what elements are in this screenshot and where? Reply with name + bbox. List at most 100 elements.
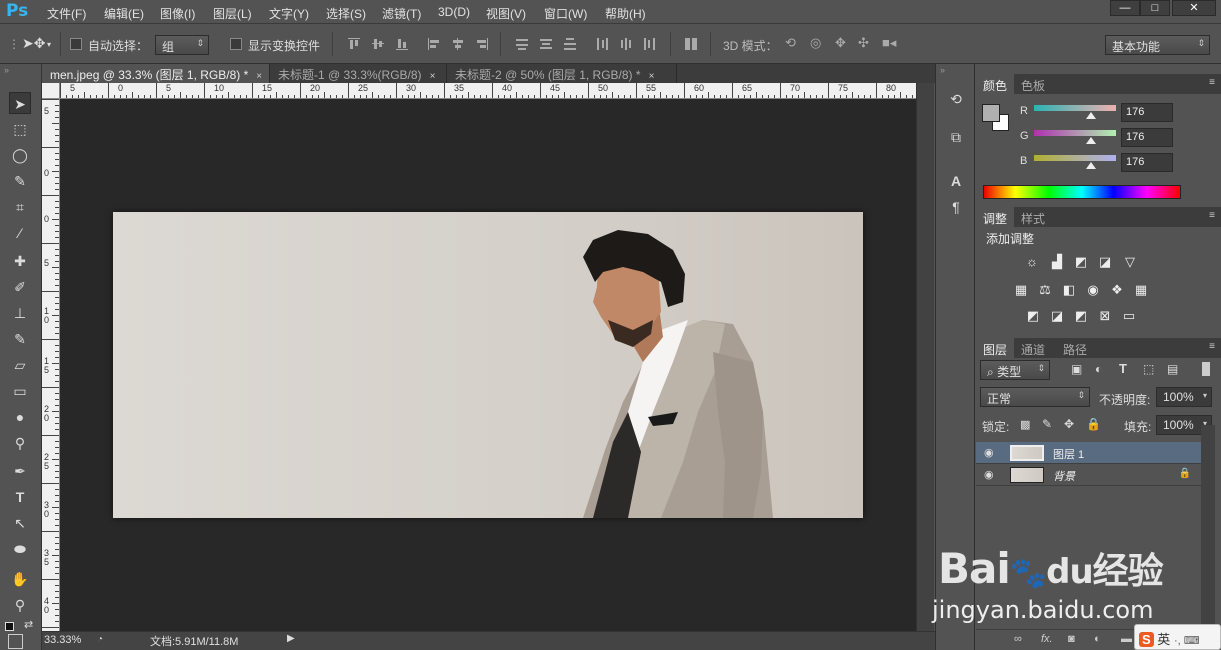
menu-filter[interactable]: 滤镜(T) <box>382 5 421 22</box>
channel-mixer-icon[interactable]: ❖ <box>1108 281 1126 299</box>
photo-filter-icon[interactable]: ◉ <box>1084 281 1102 299</box>
collapse-icon[interactable]: » <box>4 65 9 75</box>
distribute-right-icon[interactable] <box>643 37 657 51</box>
type-tool-icon[interactable]: T <box>9 486 31 508</box>
close-button[interactable]: ✕ <box>1172 0 1216 16</box>
filter-toggle-icon[interactable] <box>1202 362 1210 376</box>
tab-swatches[interactable]: 色板 <box>1014 74 1052 94</box>
pen-tool-icon[interactable]: ✒ <box>9 460 31 482</box>
panel-menu-icon[interactable]: ≡ <box>1209 77 1215 88</box>
distribute-left-icon[interactable] <box>595 37 609 51</box>
eraser-tool-icon[interactable]: ▱ <box>9 354 31 376</box>
vibrance-icon[interactable]: ▽ <box>1121 253 1139 271</box>
panel-menu-icon[interactable]: ≡ <box>1209 341 1215 352</box>
ellipse-tool-icon[interactable]: ⬬ <box>9 538 31 560</box>
clone-stamp-tool-icon[interactable]: ⊥ <box>9 302 31 324</box>
menu-edit[interactable]: 编辑(E) <box>104 5 144 22</box>
lock-all-icon[interactable]: 🔒 <box>1086 417 1101 431</box>
auto-select-target-dropdown[interactable]: 组 ⇕ <box>155 35 209 55</box>
tab-untitled-1[interactable]: 未标题-1 @ 33.3%(RGB/8) × <box>270 64 447 83</box>
3d-panel-icon[interactable]: ⧉ <box>945 126 967 148</box>
panel-menu-icon[interactable]: ≡ <box>1209 210 1215 221</box>
dodge-tool-icon[interactable]: ⚲ <box>9 432 31 454</box>
blue-value-field[interactable]: 176 <box>1121 153 1173 172</box>
status-menu-arrow-icon[interactable]: ▶ <box>287 633 295 644</box>
levels-icon[interactable]: ▟ <box>1048 253 1066 271</box>
blue-slider-thumb[interactable] <box>1086 162 1096 169</box>
distribute-bottom-icon[interactable] <box>563 37 577 51</box>
hue-saturation-icon[interactable]: ▦ <box>1012 281 1030 299</box>
show-transform-checkbox[interactable] <box>230 38 242 50</box>
threshold-icon[interactable]: ◩ <box>1072 307 1090 325</box>
swap-colors-icon[interactable]: ⇄ <box>24 618 33 631</box>
close-icon[interactable]: × <box>430 71 436 82</box>
blend-mode-dropdown[interactable]: 正常 ⇕ <box>980 387 1090 407</box>
close-icon[interactable]: × <box>649 71 655 82</box>
filter-shape-icon[interactable]: ⬚ <box>1143 362 1154 376</box>
color-lookup-icon[interactable]: ▦ <box>1132 281 1150 299</box>
collapse-icon[interactable]: » <box>940 65 945 75</box>
distribute-vcenter-icon[interactable] <box>539 37 553 51</box>
gradient-tool-icon[interactable]: ▭ <box>9 380 31 402</box>
tab-layers[interactable]: 图层 <box>976 338 1015 358</box>
path-select-tool-icon[interactable]: ↖ <box>9 512 31 534</box>
layer-row-background[interactable]: ◉ 背景 🔒 <box>976 464 1201 486</box>
brightness-icon[interactable]: ☼ <box>1023 253 1041 271</box>
posterize-icon[interactable]: ◪ <box>1048 307 1066 325</box>
menu-3d[interactable]: 3D(D) <box>438 5 470 19</box>
zoom-tool-icon[interactable]: ⚲ <box>9 594 31 616</box>
distribute-hcenter-icon[interactable] <box>619 37 633 51</box>
filter-pixel-icon[interactable]: ▣ <box>1071 362 1082 376</box>
filter-adjustment-icon[interactable]: ◐ <box>1095 362 1102 376</box>
character-icon[interactable]: A <box>945 170 967 192</box>
red-value-field[interactable]: 176 <box>1121 103 1173 122</box>
green-slider-thumb[interactable] <box>1086 137 1096 144</box>
tab-paths[interactable]: 路径 <box>1056 338 1094 358</box>
align-vcenter-icon[interactable] <box>371 37 385 51</box>
tab-styles[interactable]: 样式 <box>1014 207 1052 227</box>
3d-scale-icon[interactable]: ■◂ <box>882 35 896 51</box>
layers-scrollbar[interactable] <box>1201 425 1215 635</box>
tab-channels[interactable]: 通道 <box>1014 338 1052 358</box>
gradient-map-icon[interactable]: ▭ <box>1120 307 1138 325</box>
move-tool-icon[interactable]: ➤ <box>9 92 31 114</box>
history-brush-tool-icon[interactable]: ✎ <box>9 328 31 350</box>
layer-row-1[interactable]: ◉ 图层 1 <box>976 442 1201 464</box>
paragraph-icon[interactable]: ¶ <box>945 196 967 218</box>
foreground-color-swatch[interactable] <box>8 634 23 649</box>
menu-image[interactable]: 图像(I) <box>160 5 195 22</box>
align-left-icon[interactable] <box>427 37 441 51</box>
lock-position-icon[interactable]: ✥ <box>1064 417 1074 431</box>
quick-select-tool-icon[interactable]: ✎ <box>9 170 31 192</box>
color-balance-icon[interactable]: ⚖ <box>1036 281 1054 299</box>
ruler-origin[interactable] <box>42 83 60 99</box>
align-top-icon[interactable] <box>347 37 361 51</box>
filter-type-icon[interactable]: T <box>1119 361 1127 376</box>
ime-extra-icons[interactable]: ·, ⌨ <box>1174 635 1200 647</box>
lock-transparent-icon[interactable]: ▩ <box>1020 418 1030 431</box>
auto-align-icon[interactable] <box>684 37 698 51</box>
blur-tool-icon[interactable]: ● <box>9 406 31 428</box>
hand-tool-icon[interactable]: ✋ <box>9 568 31 590</box>
blue-slider-track[interactable] <box>1034 155 1116 161</box>
adjustment-icon[interactable]: ◐ <box>1094 633 1101 645</box>
red-slider-thumb[interactable] <box>1086 112 1096 119</box>
curves-icon[interactable]: ◩ <box>1072 253 1090 271</box>
auto-select-checkbox[interactable] <box>70 38 82 50</box>
layer-filter-dropdown[interactable]: ⌕ 类型 ⇕ <box>980 360 1050 380</box>
filter-smart-object-icon[interactable]: ▤ <box>1167 362 1178 376</box>
layer-name[interactable]: 背景 <box>1053 468 1075 484</box>
horizontal-ruler[interactable]: 5 0 5 10 15 20 25 30 35 40 45 50 55 60 6… <box>60 83 916 99</box>
3d-pan-icon[interactable]: ✥ <box>835 35 846 51</box>
color-spectrum-bar[interactable] <box>983 185 1181 199</box>
brush-tool-icon[interactable]: ✐ <box>9 276 31 298</box>
zoom-level-field[interactable]: 33.33% <box>44 633 90 649</box>
vertical-scrollbar[interactable] <box>916 83 934 631</box>
history-icon[interactable]: ⟲ <box>945 88 967 110</box>
share-icon[interactable]: ◔ <box>97 634 103 645</box>
black-white-icon[interactable]: ◧ <box>1060 281 1078 299</box>
ime-language[interactable]: 英 <box>1157 632 1170 647</box>
layer-name[interactable]: 图层 1 <box>1053 446 1084 462</box>
menu-layer[interactable]: 图层(L) <box>213 5 252 22</box>
lock-pixels-icon[interactable]: ✎ <box>1042 417 1052 431</box>
